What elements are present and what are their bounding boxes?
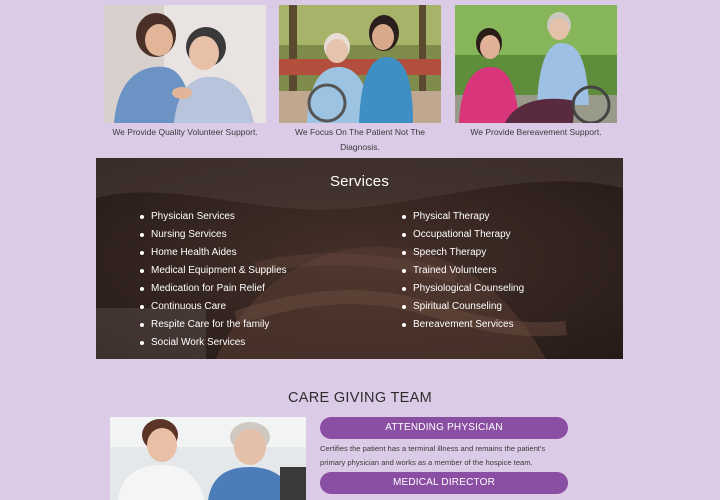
bullet-icon (140, 341, 144, 345)
bullet-icon (402, 305, 406, 309)
services-title: Services (329, 173, 390, 190)
bullet-icon (140, 269, 144, 273)
bullet-icon (402, 215, 406, 219)
bullet-icon (402, 323, 406, 327)
service-item: Home Health Aides (140, 246, 287, 264)
role-medical-director-button[interactable]: MEDICAL DIRECTOR (320, 472, 568, 494)
role-attending-physician-button[interactable]: ATTENDING PHYSICIAN (320, 417, 568, 439)
service-item: Social Work Services (140, 336, 287, 354)
bullet-icon (402, 251, 406, 255)
service-item: Physician Services (140, 210, 287, 228)
caregiver-photo (110, 417, 306, 500)
service-item: Medication for Pain Relief (140, 282, 287, 300)
service-item: Trained Volunteers (402, 264, 524, 282)
service-item: Bereavement Services (402, 318, 524, 336)
volunteer-photo (104, 5, 266, 123)
bullet-icon (402, 269, 406, 273)
services-list-left: Physician Services Nursing Services Home… (140, 210, 287, 354)
role-description: Certifies the patient has a terminal ill… (320, 444, 546, 467)
bullet-icon (140, 287, 144, 291)
bereavement-photo (455, 5, 617, 123)
service-item: Nursing Services (140, 228, 287, 246)
service-item: Medical Equipment & Supplies (140, 264, 287, 282)
service-item: Continuous Care (140, 300, 287, 318)
service-item: Occupational Therapy (402, 228, 524, 246)
service-item: Physiological Counseling (402, 282, 524, 300)
feature-caption: We Focus On The Patient Not The Diagnosi… (295, 127, 425, 152)
bullet-icon (402, 233, 406, 237)
bullet-icon (140, 305, 144, 309)
feature-card-patient-focus: We Focus On The Patient Not The Diagnosi… (279, 5, 441, 155)
services-list-right: Physical Therapy Occupational Therapy Sp… (402, 210, 524, 336)
feature-caption: We Provide Bereavement Support. (470, 127, 602, 137)
role-description (320, 495, 570, 500)
service-item: Respite Care for the family (140, 318, 287, 336)
feature-cards: We Provide Quality Volunteer Support. We… (104, 5, 617, 155)
service-item: Speech Therapy (402, 246, 524, 264)
bullet-icon (402, 287, 406, 291)
service-item: Spiritual Counseling (402, 300, 524, 318)
patient-focus-photo (279, 5, 441, 123)
bullet-icon (140, 251, 144, 255)
bullet-icon (140, 233, 144, 237)
team-section-title: CARE GIVING TEAM (288, 390, 432, 406)
bullet-icon (140, 323, 144, 327)
services-panel: Services Physician Services Nursing Serv… (96, 158, 623, 359)
feature-card-volunteer: We Provide Quality Volunteer Support. (104, 5, 266, 140)
bullet-icon (140, 215, 144, 219)
feature-caption: We Provide Quality Volunteer Support. (112, 127, 258, 137)
service-item: Physical Therapy (402, 210, 524, 228)
feature-card-bereavement: We Provide Bereavement Support. (455, 5, 617, 140)
